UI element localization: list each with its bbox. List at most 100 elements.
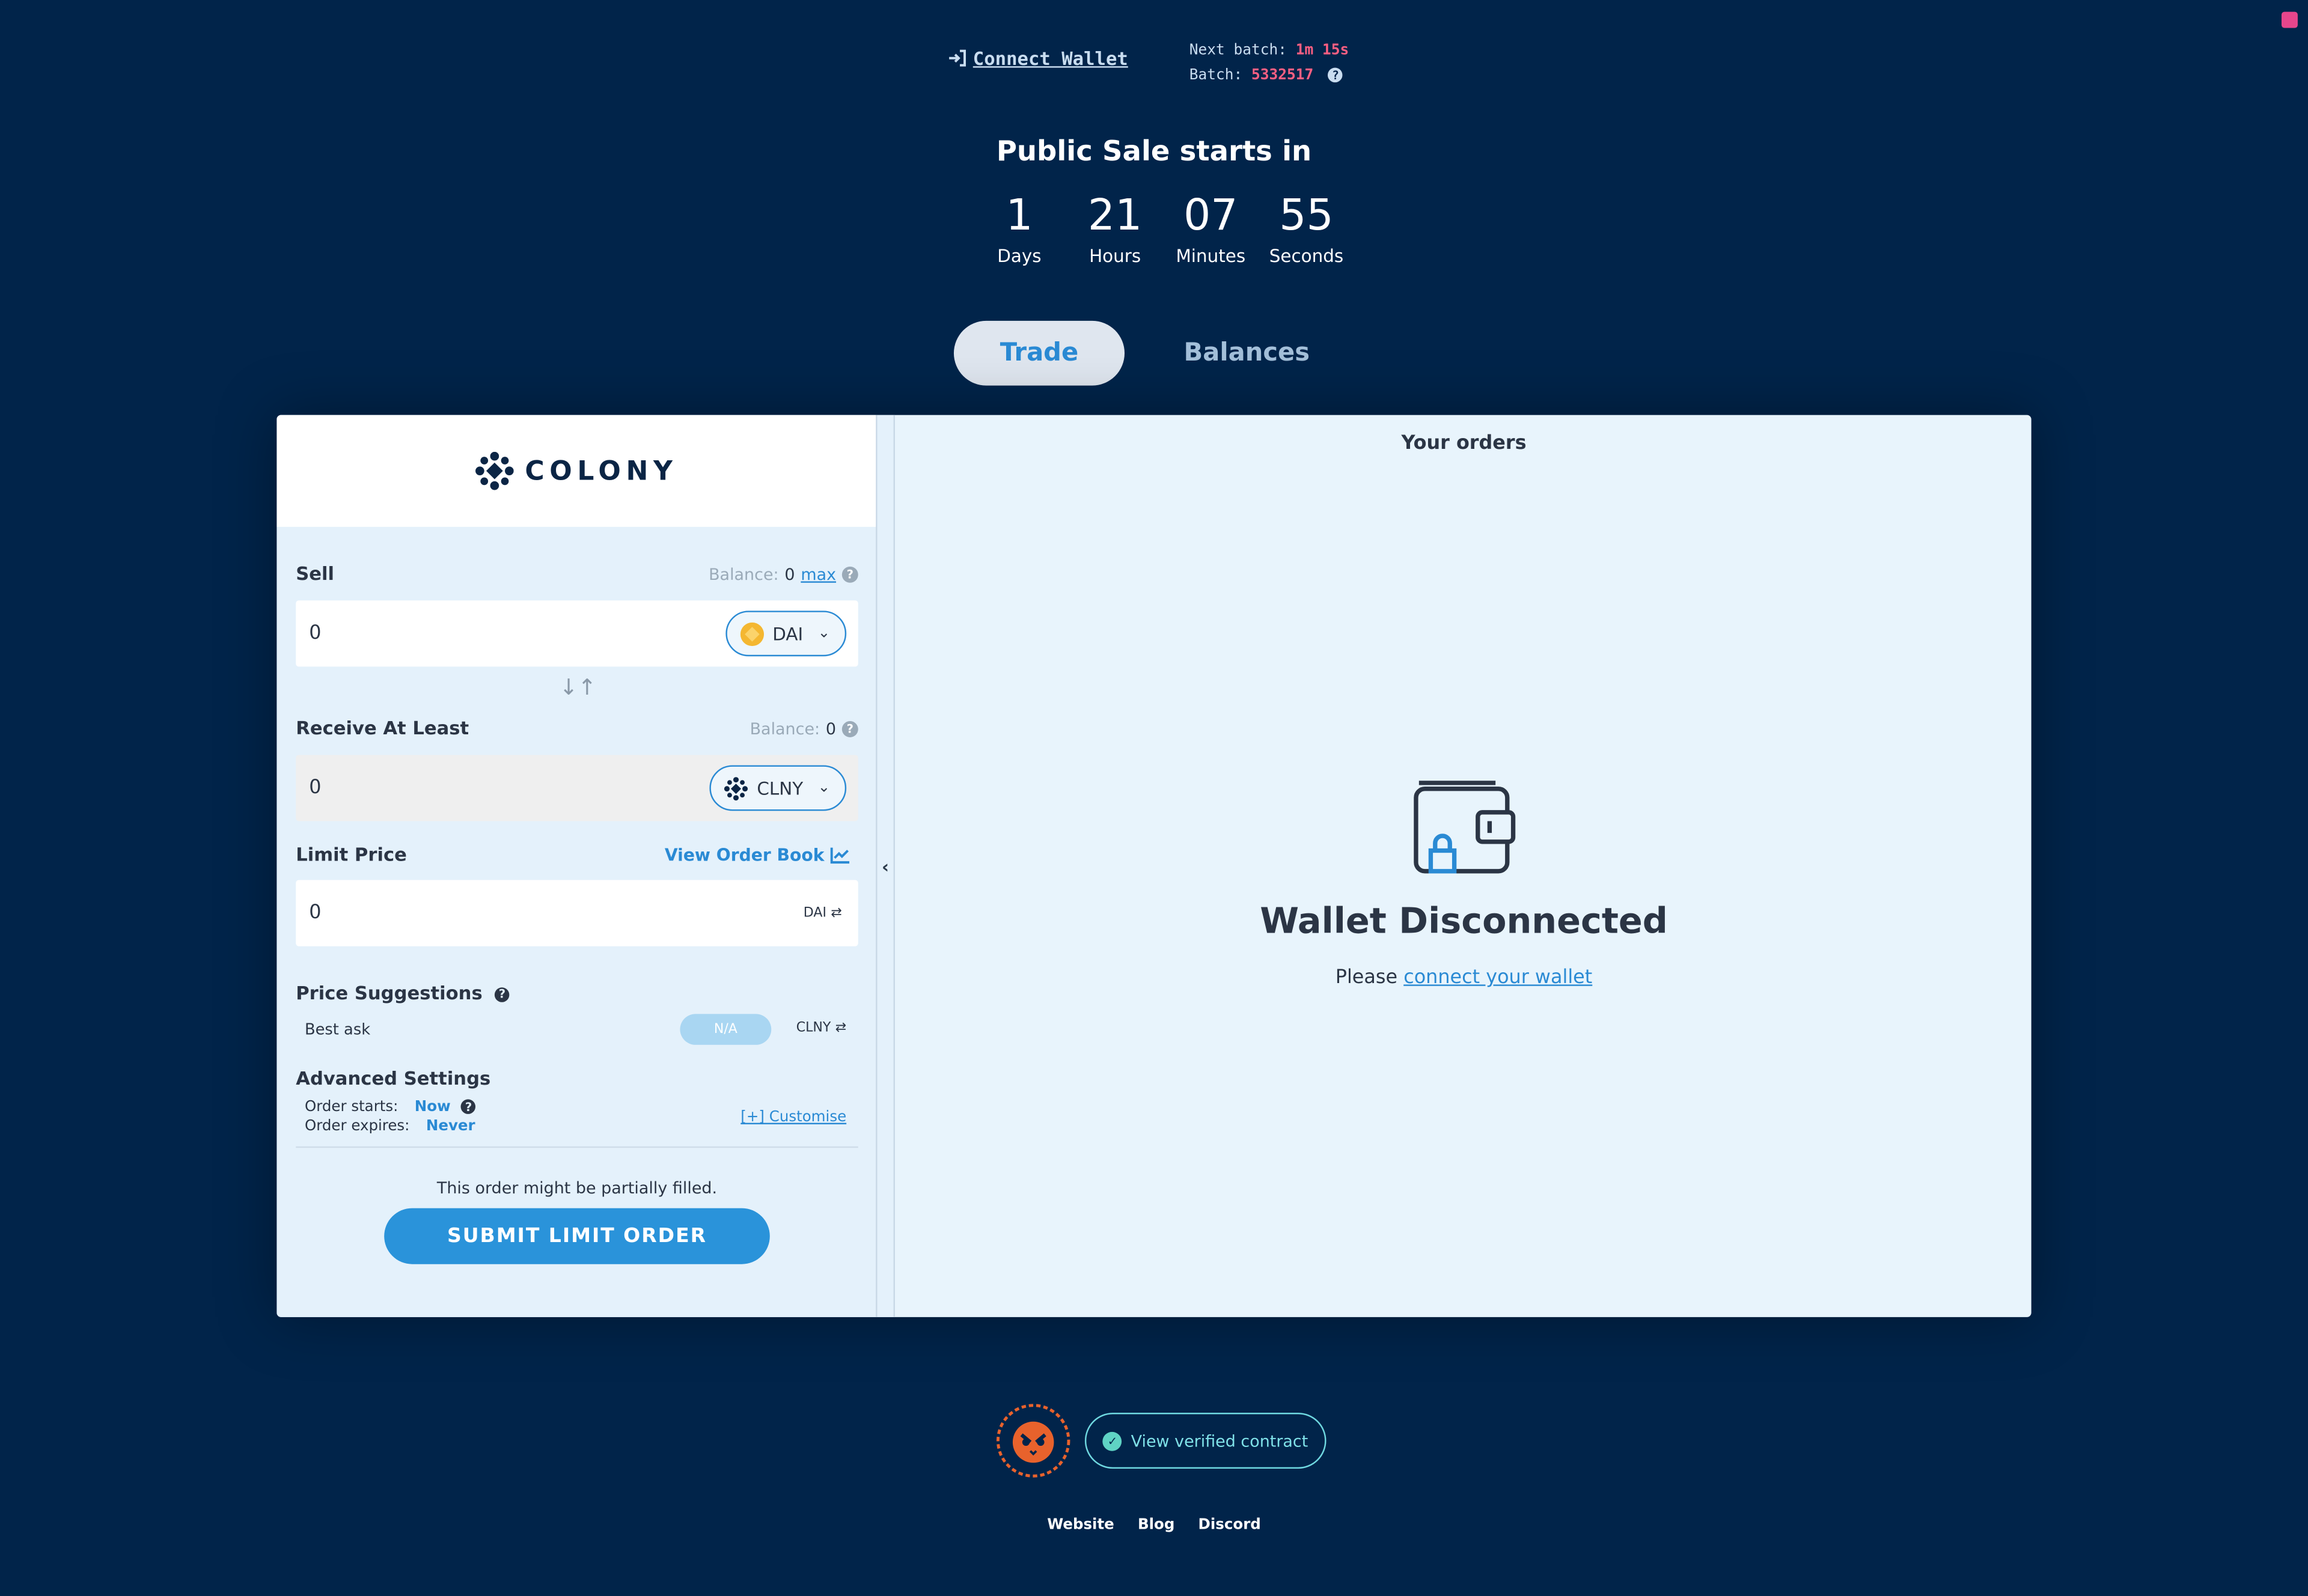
sell-label: Sell (296, 562, 335, 585)
footer-links: Website Blog Discord (0, 1517, 2308, 1534)
balance-value: 0 (825, 719, 837, 739)
balance-label: Balance: (709, 565, 779, 585)
footer-link-website[interactable]: Website (1047, 1517, 1114, 1534)
customise-link[interactable]: [+] Customise (740, 1110, 846, 1126)
wallet-disconnected-message: Please connect your wallet (896, 967, 2031, 989)
view-verified-contract-button[interactable]: ✓ View verified contract (1084, 1413, 1326, 1469)
login-icon (949, 49, 966, 67)
gnosis-owl-icon (996, 1404, 1070, 1478)
connect-wallet-inline-link[interactable]: connect your wallet (1403, 967, 1592, 989)
countdown-value: 07 (1183, 189, 1238, 240)
corner-indicator (2281, 11, 2298, 28)
balance-label: Balance: (749, 719, 820, 739)
batch-value: 5332517 (1251, 67, 1314, 84)
countdown-value: 1 (1006, 189, 1033, 240)
tab-bar: Trade Balances (953, 320, 1332, 386)
orders-title: Your orders (1401, 433, 1527, 455)
verified-contract-label: View verified contract (1131, 1431, 1308, 1451)
order-expires-label: Order expires: (304, 1118, 410, 1135)
gnosis-protocol-badge[interactable] (995, 1403, 1072, 1485)
countdown-value: 21 (1087, 189, 1143, 240)
next-batch-row: Next batch: 1m 15s (1189, 38, 1349, 64)
balance-value: 0 (784, 565, 795, 585)
footer-link-discord[interactable]: Discord (1198, 1517, 1261, 1534)
divider (296, 1146, 858, 1148)
countdown-days: 1 Days (971, 188, 1067, 266)
best-ask-value-button[interactable]: N/A (680, 1014, 772, 1045)
price-unit-toggle[interactable]: DAI ⇄ (804, 907, 842, 921)
connect-wallet-label: Connect Wallet (972, 47, 1128, 70)
chevron-left-icon: ‹ (881, 856, 890, 877)
swap-icon: ⇄ (831, 906, 842, 922)
view-order-book-label: View Order Book (664, 844, 825, 866)
collapse-panel-handle[interactable]: ‹ (877, 415, 895, 1317)
submit-limit-order-button[interactable]: SUBMIT LIMIT ORDER (384, 1208, 770, 1264)
tab-balances[interactable]: Balances (1161, 321, 1332, 386)
help-icon[interactable]: ? (841, 721, 858, 737)
price-suggestions-text: Price Suggestions (296, 981, 483, 1004)
countdown-minutes: 07 Minutes (1163, 188, 1259, 266)
clny-token-icon (724, 776, 748, 800)
check-icon: ✓ (1103, 1431, 1122, 1451)
suggestion-unit-label: CLNY (796, 1021, 831, 1037)
partial-fill-note: This order might be partially filled. (436, 1178, 718, 1198)
sell-token-label: DAI (772, 623, 804, 644)
receive-label: Receive At Least (296, 716, 469, 739)
tab-trade[interactable]: Trade (953, 320, 1125, 386)
footer-link-blog[interactable]: Blog (1138, 1517, 1174, 1534)
countdown-unit: Minutes (1176, 245, 1246, 267)
batch-row: Batch: 5332517 ? (1189, 63, 1349, 88)
sell-balance: Balance: 0 max ? (709, 565, 858, 584)
price-unit-label: DAI (803, 906, 826, 922)
help-icon[interactable]: ? (1328, 67, 1343, 83)
form-fields: Sell Balance: 0 max ? 0 DAI ⌄ ↓↑ Receive… (276, 415, 877, 1317)
batch-label: Batch: (1189, 67, 1243, 84)
chevron-down-icon: ⌄ (817, 625, 831, 642)
suggestion-unit-toggle[interactable]: CLNY ⇄ (796, 1022, 846, 1036)
best-ask-label: Best ask (304, 1021, 371, 1039)
help-icon[interactable]: ? (495, 987, 510, 1002)
sell-amount-value: 0 (309, 622, 322, 645)
countdown-unit: Days (997, 245, 1042, 267)
countdown-hours: 21 Hours (1067, 188, 1163, 266)
wallet-disconnected-title: Wallet Disconnected (1260, 900, 1668, 942)
receive-balance: Balance: 0 ? (750, 720, 858, 739)
countdown-unit: Hours (1089, 245, 1141, 267)
receive-token-select[interactable]: CLNY ⌄ (709, 765, 847, 811)
advanced-settings-label: Advanced Settings (296, 1067, 491, 1089)
receive-amount-value: 0 (309, 777, 322, 799)
swap-icon: ⇄ (835, 1021, 847, 1037)
receive-amount-input[interactable]: 0 CLNY ⌄ (296, 755, 858, 821)
connect-wallet-link[interactable]: Connect Wallet (948, 47, 1128, 69)
countdown: 1 Days 21 Hours 07 Minutes 55 Seconds (971, 188, 1354, 266)
countdown-unit: Seconds (1269, 245, 1344, 267)
view-order-book-link[interactable]: View Order Book (665, 845, 851, 865)
order-starts-value[interactable]: Now (415, 1099, 451, 1115)
limit-price-input[interactable]: 0 DAI ⇄ (296, 880, 858, 946)
next-batch-label: Next batch: (1189, 43, 1287, 59)
sell-token-select[interactable]: DAI ⌄ (725, 611, 847, 657)
help-icon[interactable]: ? (841, 566, 858, 583)
price-suggestions-label: Price Suggestions ? (296, 981, 510, 1004)
countdown-seconds: 55 Seconds (1259, 188, 1354, 266)
order-starts-label: Order starts: (304, 1099, 398, 1116)
order-expires-row: Order expires: Never (305, 1118, 475, 1135)
sale-title: Public Sale starts in (996, 135, 1312, 168)
receive-token-label: CLNY (757, 778, 804, 799)
wallet-lock-icon (1413, 780, 1519, 886)
limit-price-value: 0 (309, 902, 322, 924)
page: Connect Wallet Next batch: 1m 15s Batch:… (0, 0, 2308, 1596)
limit-price-label: Limit Price (296, 843, 407, 866)
message-prefix: Please (1335, 966, 1398, 989)
chevron-down-icon: ⌄ (817, 779, 831, 796)
order-expires-value[interactable]: Never (426, 1118, 475, 1135)
help-icon[interactable]: ? (461, 1099, 476, 1114)
max-link[interactable]: max (801, 565, 836, 584)
dai-token-icon (740, 621, 764, 645)
next-batch-value: 1m 15s (1295, 43, 1349, 59)
order-starts-row: Order starts: Now ? (305, 1099, 476, 1115)
countdown-value: 55 (1279, 189, 1334, 240)
batch-info: Next batch: 1m 15s Batch: 5332517 ? (1189, 38, 1349, 88)
sell-amount-input[interactable]: 0 DAI ⌄ (296, 600, 858, 667)
swap-tokens-icon[interactable]: ↓↑ (560, 674, 597, 701)
